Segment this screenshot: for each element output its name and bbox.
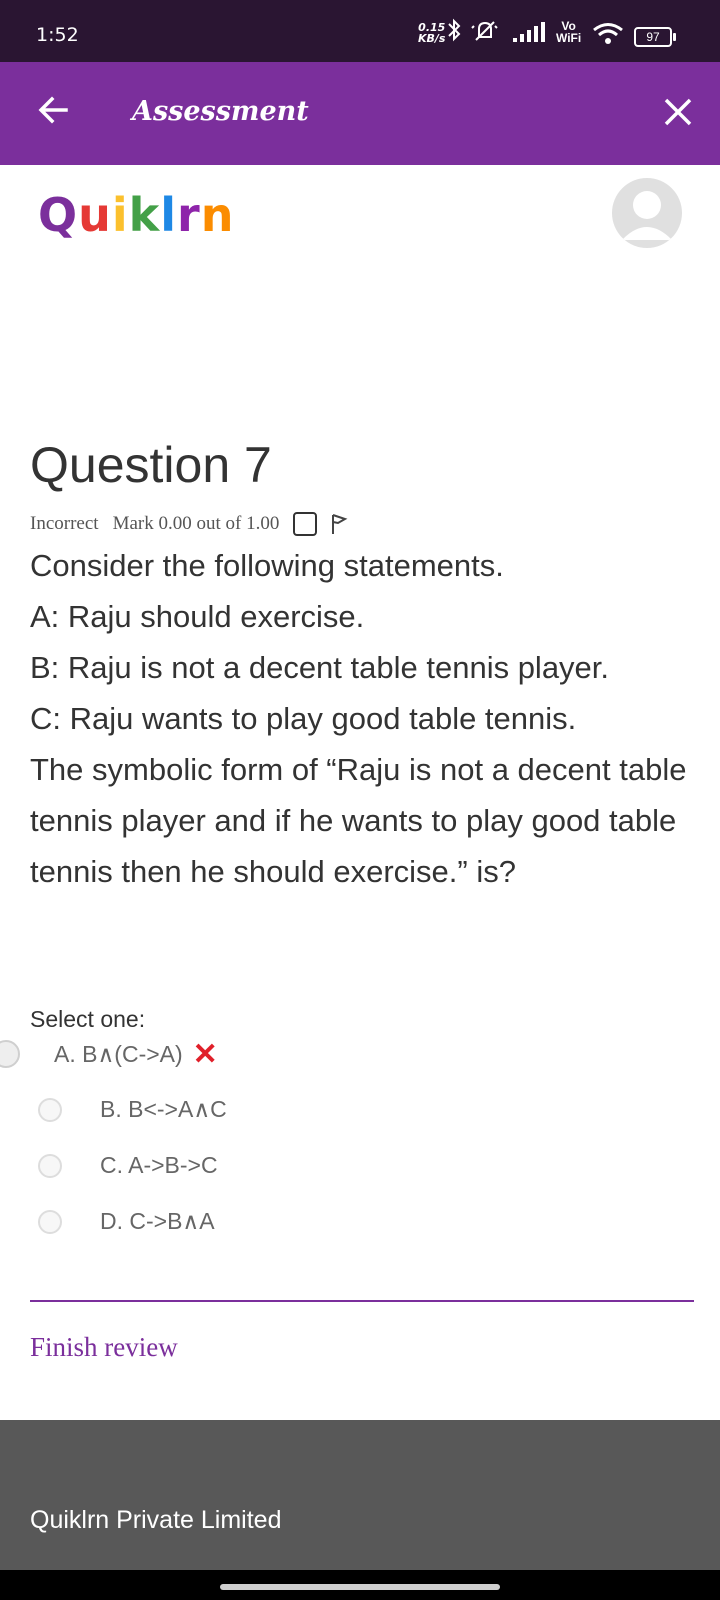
bluetooth-icon [448,18,461,42]
signal-icon [513,22,545,42]
question-line: The symbolic form of “Raju is not a dece… [30,752,687,889]
wifi-icon [593,23,623,44]
page-title: Assessment [132,96,309,127]
question-line: A: Raju should exercise. [30,599,365,634]
logo-letter: n [200,188,235,242]
home-gesture-bar[interactable] [220,1584,500,1590]
logo-letter: i [111,188,129,242]
option-c[interactable]: C. A->B->C [38,1152,218,1179]
radio-option-a[interactable] [0,1040,20,1068]
select-one-label: Select one: [30,1006,146,1032]
app-bar: Assessment [0,62,720,165]
option-label: C. A->B->C [100,1152,218,1178]
battery-indicator: 97 [634,27,676,47]
logo-letter: u [78,188,112,242]
system-nav-bar [0,1570,720,1600]
close-icon[interactable] [658,92,698,132]
question-status: Incorrect [30,513,99,534]
divider [30,1300,694,1302]
status-time: 1:52 [36,24,79,46]
incorrect-icon: ✕ [192,1037,218,1071]
option-a[interactable]: A. B∧(C->A) ✕ [0,1037,218,1071]
user-avatar-icon [622,191,672,240]
footer: Quiklrn Private Limited [0,1420,720,1570]
option-b[interactable]: B. B<->A∧C [38,1096,227,1123]
option-d[interactable]: D. C->B∧A [38,1208,215,1235]
footer-company: Quiklrn Private Limited [30,1506,282,1534]
question-meta: Incorrect Mark 0.00 out of 1.00 [30,512,349,536]
option-label: A. B∧(C->A) [54,1040,183,1067]
question-line: B: Raju is not a decent table tennis pla… [30,650,610,685]
question-text: Consider the following statements. A: Ra… [30,540,690,897]
avatar[interactable] [612,178,682,248]
question-line: Consider the following statements. [30,548,504,583]
radio-option-b[interactable] [38,1097,62,1122]
question-mark: Mark 0.00 out of 1.00 [112,513,280,534]
arrow-left-icon[interactable] [34,90,74,130]
logo-letter: k [128,188,161,242]
status-bar: 1:52 0.15 KB/s Vo WiFi 97 [0,0,720,62]
flag-checkbox[interactable] [293,512,318,536]
logo-letter: r [177,188,201,242]
vowifi-indicator: Vo WiFi [556,19,582,45]
network-speed: 0.15 KB/s [418,21,446,45]
logo-letter: l [160,188,178,242]
question-line: C: Raju wants to play good table tennis. [30,701,577,736]
logo-letter: Q [38,188,79,242]
quiklrn-logo: Quiklrn [38,188,234,242]
finish-review-link[interactable]: Finish review [30,1332,178,1363]
question-title: Question 7 [30,437,272,493]
flag-icon[interactable] [329,512,349,536]
option-label: D. C->B∧A [100,1208,215,1234]
option-label: B. B<->A∧C [100,1096,227,1122]
radio-option-d[interactable] [38,1209,62,1234]
mute-bell-icon [471,21,498,41]
radio-option-c[interactable] [38,1153,62,1178]
